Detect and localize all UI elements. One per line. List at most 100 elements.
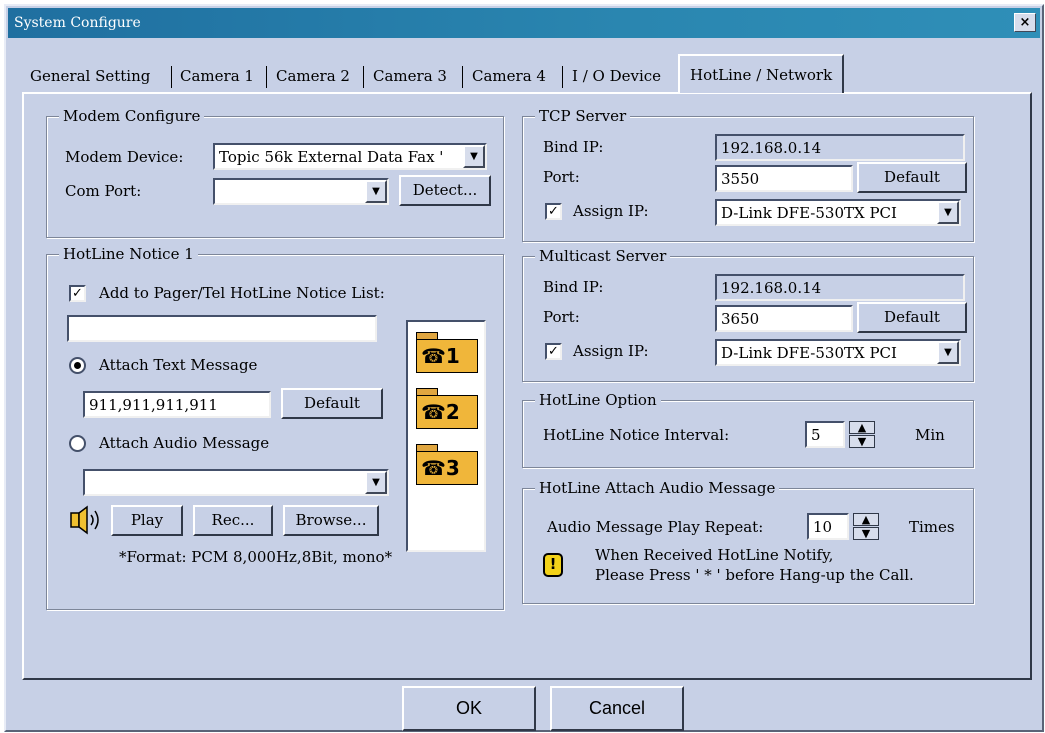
mc-bind-ip-field: 192.168.0.14 bbox=[715, 274, 965, 301]
attach-audio-radio[interactable] bbox=[69, 435, 86, 452]
text-message-value: 911,911,911,911 bbox=[89, 396, 218, 414]
tab-camera-2[interactable]: Camera 2 bbox=[272, 61, 354, 92]
multicast-server-group: Multicast Server Bind IP: 192.168.0.14 P… bbox=[522, 246, 974, 382]
com-port-select[interactable]: ▼ bbox=[213, 178, 389, 205]
modem-device-select[interactable]: Topic 56k External Data Fax ' ▼ bbox=[213, 143, 487, 170]
hotline-folder-icon: ☎1 bbox=[416, 339, 478, 373]
spin-down-icon[interactable]: ▼ bbox=[853, 527, 879, 540]
browse-button[interactable]: Browse... bbox=[283, 505, 379, 536]
record-button[interactable]: Rec... bbox=[193, 505, 273, 536]
format-note: *Format: PCM 8,000Hz,8Bit, mono* bbox=[119, 548, 393, 566]
speaker-icon bbox=[70, 505, 99, 535]
warning-icon: ! bbox=[543, 553, 563, 577]
modem-device-value: Topic 56k External Data Fax ' bbox=[219, 148, 444, 166]
notice-number-input[interactable] bbox=[67, 315, 377, 342]
mc-port-label: Port: bbox=[543, 308, 580, 326]
spin-up-icon[interactable]: ▲ bbox=[849, 421, 875, 434]
close-icon[interactable]: × bbox=[1014, 13, 1036, 32]
title-bar: System Configure × bbox=[8, 8, 1040, 38]
notice-interval-label: HotLine Notice Interval: bbox=[543, 426, 730, 444]
hotline-list[interactable]: ☎1 ☎2 ☎3 bbox=[406, 320, 486, 552]
mc-port-input[interactable]: 3650 bbox=[715, 305, 853, 332]
mc-assign-ip-label: Assign IP: bbox=[573, 342, 649, 360]
repeat-unit: Times bbox=[909, 518, 955, 536]
tab-camera-4[interactable]: Camera 4 bbox=[468, 61, 550, 92]
hotline-item-3[interactable]: ☎3 bbox=[416, 444, 478, 486]
add-to-list-checkbox[interactable]: ✓ bbox=[69, 285, 86, 302]
tcp-port-input[interactable]: 3550 bbox=[715, 165, 853, 192]
chevron-down-icon[interactable]: ▼ bbox=[463, 145, 485, 168]
tcp-server-group: TCP Server Bind IP: 192.168.0.14 Port: 3… bbox=[522, 106, 974, 242]
chevron-down-icon[interactable]: ▼ bbox=[365, 180, 387, 203]
modem-configure-group: Modem Configure Modem Device: Topic 56k … bbox=[46, 106, 504, 238]
audio-message-group: HotLine Attach Audio Message Audio Messa… bbox=[522, 478, 974, 604]
mc-assign-ip-checkbox[interactable]: ✓ bbox=[545, 343, 562, 360]
tcp-adapter-value: D-Link DFE-530TX PCI bbox=[721, 204, 897, 222]
hotline-folder-icon: ☎3 bbox=[416, 451, 478, 485]
spin-down-icon[interactable]: ▼ bbox=[849, 435, 875, 448]
tab-hotline-network[interactable]: HotLine / Network bbox=[678, 54, 845, 93]
tab-camera-1[interactable]: Camera 1 bbox=[176, 61, 258, 92]
notice-interval-value: 5 bbox=[811, 426, 821, 444]
tcp-adapter-select[interactable]: D-Link DFE-530TX PCI ▼ bbox=[715, 199, 961, 226]
interval-unit: Min bbox=[915, 426, 945, 444]
play-repeat-label: Audio Message Play Repeat: bbox=[547, 518, 764, 536]
chevron-down-icon[interactable]: ▼ bbox=[365, 471, 387, 494]
system-configure-window: System Configure × General Setting Camer… bbox=[4, 4, 1044, 732]
attach-text-radio[interactable] bbox=[69, 357, 86, 374]
play-button[interactable]: Play bbox=[111, 505, 183, 536]
ok-button[interactable]: OK bbox=[402, 686, 536, 731]
tab-divider bbox=[562, 66, 563, 88]
tcp-default-button[interactable]: Default bbox=[857, 162, 967, 193]
mc-default-button[interactable]: Default bbox=[857, 302, 967, 333]
hotline-item-2[interactable]: ☎2 bbox=[416, 388, 478, 430]
tab-camera-3[interactable]: Camera 3 bbox=[369, 61, 451, 92]
tab-divider bbox=[266, 66, 267, 88]
spin-up-icon[interactable]: ▲ bbox=[853, 513, 879, 526]
chevron-down-icon[interactable]: ▼ bbox=[937, 201, 959, 224]
tab-general-setting[interactable]: General Setting bbox=[26, 61, 154, 92]
detect-button[interactable]: Detect... bbox=[399, 175, 491, 206]
hotline-option-group: HotLine Option HotLine Notice Interval: … bbox=[522, 390, 974, 468]
tab-divider bbox=[171, 66, 172, 88]
chevron-down-icon[interactable]: ▼ bbox=[937, 341, 959, 364]
com-port-label: Com Port: bbox=[65, 182, 142, 200]
hotline-number: 3 bbox=[445, 456, 460, 480]
attach-text-label: Attach Text Message bbox=[99, 356, 258, 374]
notice-interval-input[interactable]: 5 bbox=[805, 421, 845, 448]
tcp-bind-ip-value: 192.168.0.14 bbox=[721, 139, 822, 157]
mc-bind-ip-value: 192.168.0.14 bbox=[721, 279, 822, 297]
text-message-input[interactable]: 911,911,911,911 bbox=[83, 391, 271, 418]
group-title: HotLine Notice 1 bbox=[59, 244, 198, 264]
phone-icon: ☎ bbox=[421, 400, 446, 424]
phone-icon: ☎ bbox=[421, 456, 446, 480]
cancel-button[interactable]: Cancel bbox=[550, 686, 684, 731]
play-repeat-value: 10 bbox=[813, 518, 833, 536]
hotline-number: 2 bbox=[445, 400, 460, 424]
hotline-item-1[interactable]: ☎1 bbox=[416, 332, 478, 374]
tab-io-device[interactable]: I / O Device bbox=[568, 61, 665, 92]
repeat-spinner[interactable]: ▲ ▼ bbox=[853, 513, 879, 540]
tcp-assign-ip-checkbox[interactable]: ✓ bbox=[545, 203, 562, 220]
interval-spinner[interactable]: ▲ ▼ bbox=[849, 421, 875, 448]
text-default-button[interactable]: Default bbox=[281, 388, 383, 419]
warning-line-2: Please Press ' * ' before Hang-up the Ca… bbox=[595, 566, 914, 584]
modem-device-label: Modem Device: bbox=[65, 148, 184, 166]
tcp-assign-ip-label: Assign IP: bbox=[573, 202, 649, 220]
mc-bind-ip-label: Bind IP: bbox=[543, 278, 604, 296]
group-title: Modem Configure bbox=[59, 106, 205, 126]
play-repeat-input[interactable]: 10 bbox=[807, 513, 849, 540]
window-title: System Configure bbox=[14, 15, 141, 31]
tab-panel: Modem Configure Modem Device: Topic 56k … bbox=[22, 92, 1032, 680]
add-to-list-label: Add to Pager/Tel HotLine Notice List: bbox=[99, 284, 385, 302]
tcp-port-value: 3550 bbox=[721, 170, 760, 188]
tcp-bind-ip-label: Bind IP: bbox=[543, 138, 604, 156]
warning-line-1: When Received HotLine Notify, bbox=[595, 546, 834, 564]
attach-audio-label: Attach Audio Message bbox=[99, 434, 270, 452]
audio-file-select[interactable]: ▼ bbox=[83, 469, 389, 496]
tcp-port-label: Port: bbox=[543, 168, 580, 186]
group-title: TCP Server bbox=[535, 106, 631, 126]
mc-adapter-select[interactable]: D-Link DFE-530TX PCI ▼ bbox=[715, 339, 961, 366]
mc-adapter-value: D-Link DFE-530TX PCI bbox=[721, 344, 897, 362]
tab-divider bbox=[462, 66, 463, 88]
